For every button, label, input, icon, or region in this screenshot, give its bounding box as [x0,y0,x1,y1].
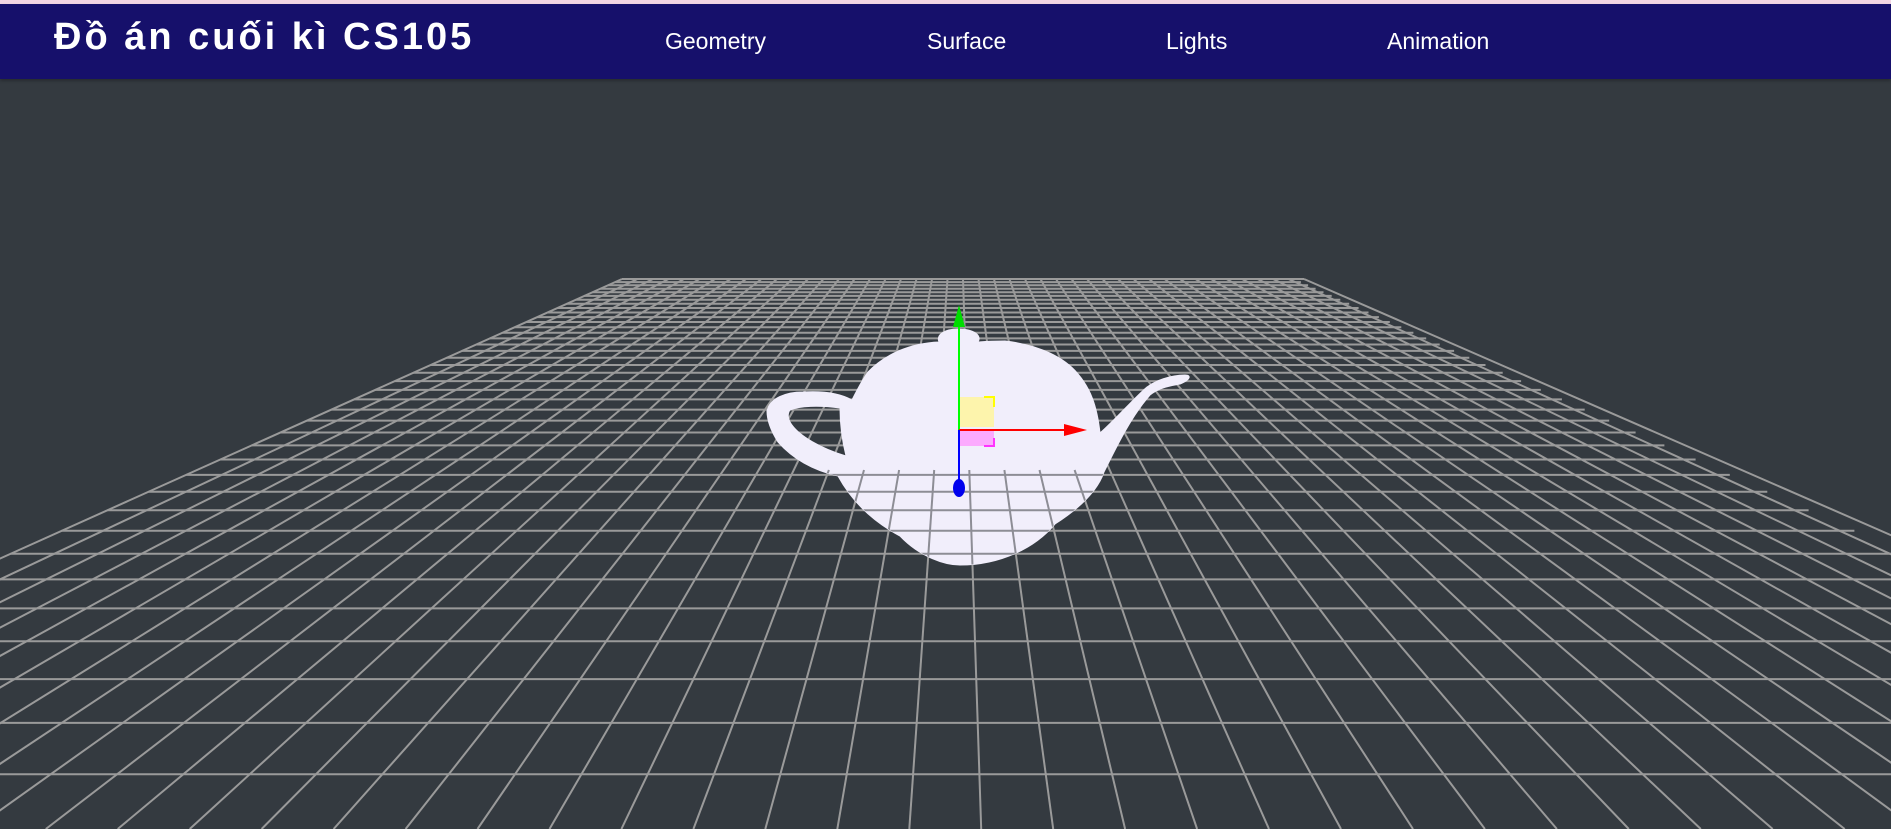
3d-viewport[interactable] [0,79,1891,829]
z-axis-arrow[interactable] [953,479,965,497]
xy-plane-handle[interactable] [960,397,994,427]
nav-surface[interactable]: Surface [927,30,1006,53]
app-title: Đồ án cuối kì CS105 [54,16,475,58]
nav-geometry[interactable]: Geometry [665,30,766,53]
xz-plane-handle[interactable] [960,430,994,446]
nav-lights[interactable]: Lights [1166,30,1227,53]
scene-canvas[interactable] [0,79,1891,829]
navbar: Đồ án cuối kì CS105 Geometry Surface Lig… [0,4,1891,79]
nav-animation[interactable]: Animation [1387,30,1489,53]
